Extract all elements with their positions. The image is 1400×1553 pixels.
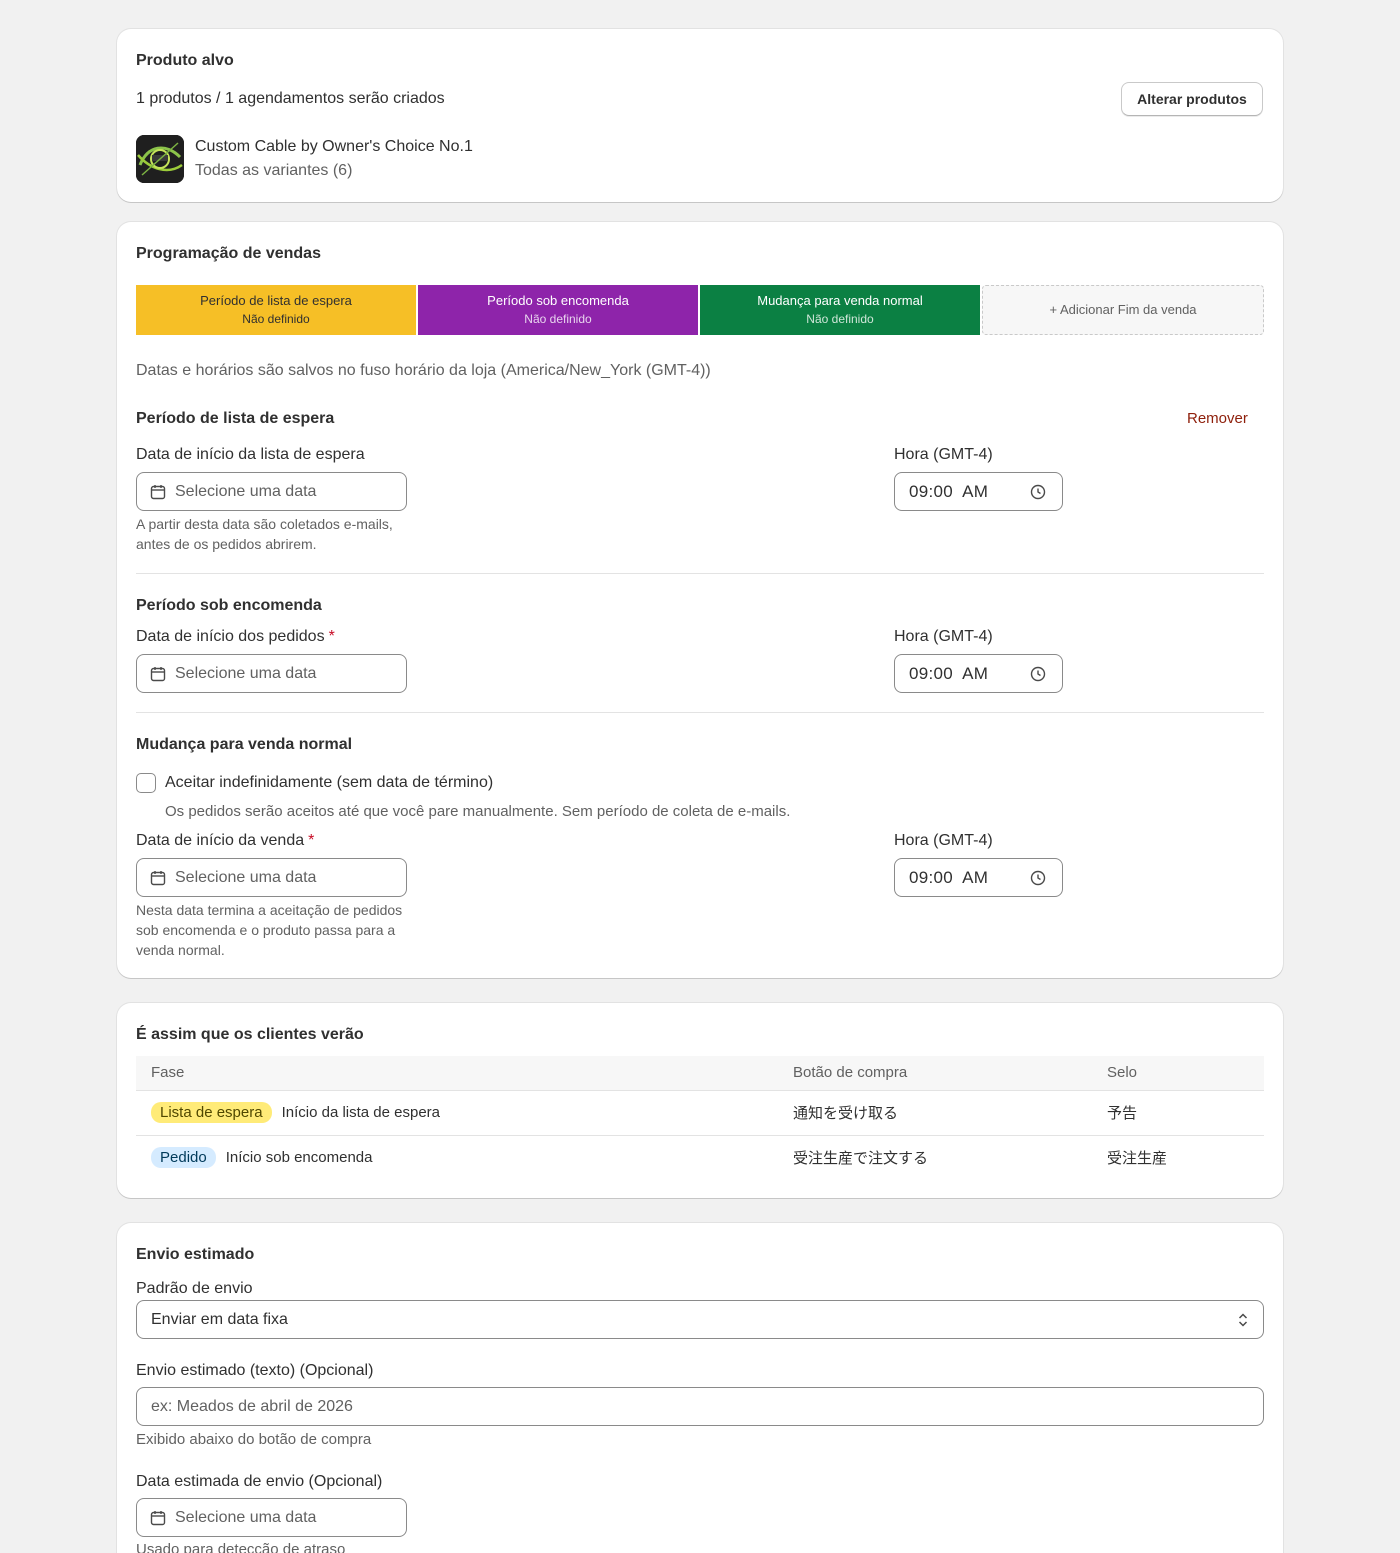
date-placeholder: Selecione uma data [175, 664, 317, 682]
preorder-start-label-text: Data de início dos pedidos [136, 628, 325, 645]
waitlist-date-input[interactable]: Selecione uma data [136, 472, 407, 511]
preorder-section-title: Período sob encomenda [136, 597, 322, 614]
normal-sale-section-title: Mudança para venda normal [136, 736, 353, 753]
time-value: 09:00 AM [909, 663, 989, 683]
product-thumbnail[interactable] [136, 135, 184, 183]
table-row: Pedido Início sob encomenda 受注生産で注文する 受注生… [136, 1135, 1264, 1180]
sales-schedule-title: Programação de vendas [136, 245, 321, 262]
calendar-icon [150, 484, 166, 500]
shipping-date-label: Data estimada de envio (Opcional) [136, 1473, 383, 1490]
phase-text: Início da lista de espera [281, 1104, 441, 1121]
shipping-text-placeholder: ex: Meados de abril de 2026 [151, 1397, 353, 1415]
calendar-icon [150, 1510, 166, 1526]
sale-start-label-text: Data de início da venda [136, 832, 305, 849]
phase-badge: Lista de espera [151, 1102, 272, 1123]
phase-status: Não definido [806, 312, 874, 326]
section-divider [136, 573, 1264, 574]
estimated-shipping-title: Envio estimado [136, 1246, 255, 1263]
preorder-time-label: Hora (GMT-4) [894, 628, 993, 645]
required-mark: * [308, 832, 315, 849]
buy-button-cell: 通知を受け取る [778, 1090, 1092, 1136]
customer-preview-card: É assim que os clientes verão Fase Botão… [117, 1003, 1283, 1198]
waitlist-time-input[interactable]: 09:00 AM [894, 472, 1063, 511]
calendar-icon [150, 666, 166, 682]
phase-cell: Pedido Início sob encomenda [136, 1135, 778, 1180]
sale-start-help: Nesta data termina a aceitação de pedido… [136, 902, 403, 958]
select-chevron-icon [1237, 1311, 1249, 1329]
change-products-button[interactable]: Alterar produtos [1121, 82, 1263, 116]
remove-waitlist-button[interactable]: Remover [1187, 410, 1248, 427]
shipping-pattern-select[interactable]: Enviar em data fixa [136, 1300, 1264, 1339]
target-product-card: Produto alvo 1 produtos / 1 agendamentos… [117, 29, 1283, 202]
shipping-text-input[interactable]: ex: Meados de abril de 2026 [136, 1387, 1264, 1426]
preorder-date-input[interactable]: Selecione uma data [136, 654, 407, 693]
estimated-shipping-card: Envio estimado Padrão de envio Enviar em… [117, 1223, 1283, 1553]
accept-indefinitely-label[interactable]: Aceitar indefinidamente (sem data de tér… [165, 774, 493, 792]
phase-title: Período de lista de espera [200, 293, 352, 308]
accept-indefinitely-checkbox[interactable] [136, 773, 156, 793]
phase-cell: Lista de espera Início da lista de espera [136, 1090, 778, 1136]
preorder-start-label: Data de início dos pedidos * [136, 628, 335, 646]
phase-status: Não definido [524, 312, 592, 326]
sales-schedule-card: Programação de vendas Período de lista d… [117, 222, 1283, 978]
phase-normal-sale[interactable]: Mudança para venda normal Não definido [700, 285, 980, 335]
customer-preview-title: É assim que os clientes verão [136, 1026, 364, 1043]
column-header: Selo [1092, 1056, 1264, 1091]
sale-start-label: Data de início da venda * [136, 832, 314, 850]
waitlist-help: A partir desta data são coletados e-mail… [136, 516, 393, 552]
required-mark: * [328, 628, 335, 645]
phase-text: Início sob encomenda [225, 1149, 373, 1167]
sale-date-input[interactable]: Selecione uma data [136, 858, 407, 897]
date-placeholder: Selecione uma data [175, 1508, 317, 1526]
phase-badge: Pedido [151, 1147, 216, 1169]
shipping-date-input[interactable]: Selecione uma data [136, 1498, 407, 1537]
phase-waitlist[interactable]: Período de lista de espera Não definido [136, 285, 416, 335]
column-header: Fase [136, 1056, 778, 1091]
shipping-pattern-label: Padrão de envio [136, 1280, 253, 1297]
phase-status: Não definido [242, 312, 310, 326]
time-value: 09:00 AM [909, 867, 989, 887]
accept-indefinitely-help: Os pedidos serão aceitos até que você pa… [165, 803, 791, 820]
date-placeholder: Selecione uma data [175, 482, 317, 500]
sale-time-label: Hora (GMT-4) [894, 832, 993, 849]
clock-icon [1030, 870, 1046, 886]
phase-timeline: Período de lista de espera Não definido … [136, 285, 1264, 335]
label-cell: 予告 [1092, 1090, 1264, 1136]
preview-table: Fase Botão de compra Selo Lista de esper… [136, 1056, 1264, 1180]
calendar-icon [150, 870, 166, 886]
waitlist-start-label: Data de início da lista de espera [136, 446, 365, 463]
table-row: Lista de espera Início da lista de espera… [136, 1090, 1264, 1136]
phase-title: Período sob encomenda [487, 293, 629, 308]
product-variants: Todas as variantes (6) [195, 162, 353, 179]
target-product-summary: 1 produtos / 1 agendamentos serão criado… [136, 90, 445, 107]
waitlist-time-label: Hora (GMT-4) [894, 446, 993, 463]
label-cell: 受注生産 [1107, 1150, 1168, 1168]
clock-icon [1030, 484, 1046, 500]
time-value: 09:00 AM [909, 481, 989, 501]
column-header: Botão de compra [778, 1056, 1092, 1091]
phase-title: Mudança para venda normal [757, 293, 923, 308]
buy-button-cell: 受注生産で注文する [793, 1150, 929, 1168]
clock-icon [1030, 666, 1046, 682]
date-placeholder: Selecione uma data [175, 868, 317, 886]
add-sale-end-button[interactable]: + Adicionar Fim da venda [982, 285, 1264, 335]
table-header-row: Fase Botão de compra Selo [136, 1056, 1264, 1091]
product-name: Custom Cable by Owner's Choice No.1 [195, 138, 473, 155]
preorder-time-input[interactable]: 09:00 AM [894, 654, 1063, 693]
timezone-note: Datas e horários são salvos no fuso horá… [136, 362, 711, 379]
shipping-text-help: Exibido abaixo do botão de compra [136, 1431, 372, 1448]
phase-preorder[interactable]: Período sob encomenda Não definido [418, 285, 698, 335]
shipping-pattern-value: Enviar em data fixa [151, 1310, 288, 1328]
waitlist-section-title: Período de lista de espera [136, 410, 335, 427]
section-divider [136, 712, 1264, 713]
target-product-title: Produto alvo [136, 52, 234, 69]
add-sale-end-label: + Adicionar Fim da venda [1049, 302, 1197, 317]
sale-time-input[interactable]: 09:00 AM [894, 858, 1063, 897]
shipping-date-help: Usado para detecção de atraso [136, 1541, 346, 1553]
shipping-text-label: Envio estimado (texto) (Opcional) [136, 1362, 374, 1379]
